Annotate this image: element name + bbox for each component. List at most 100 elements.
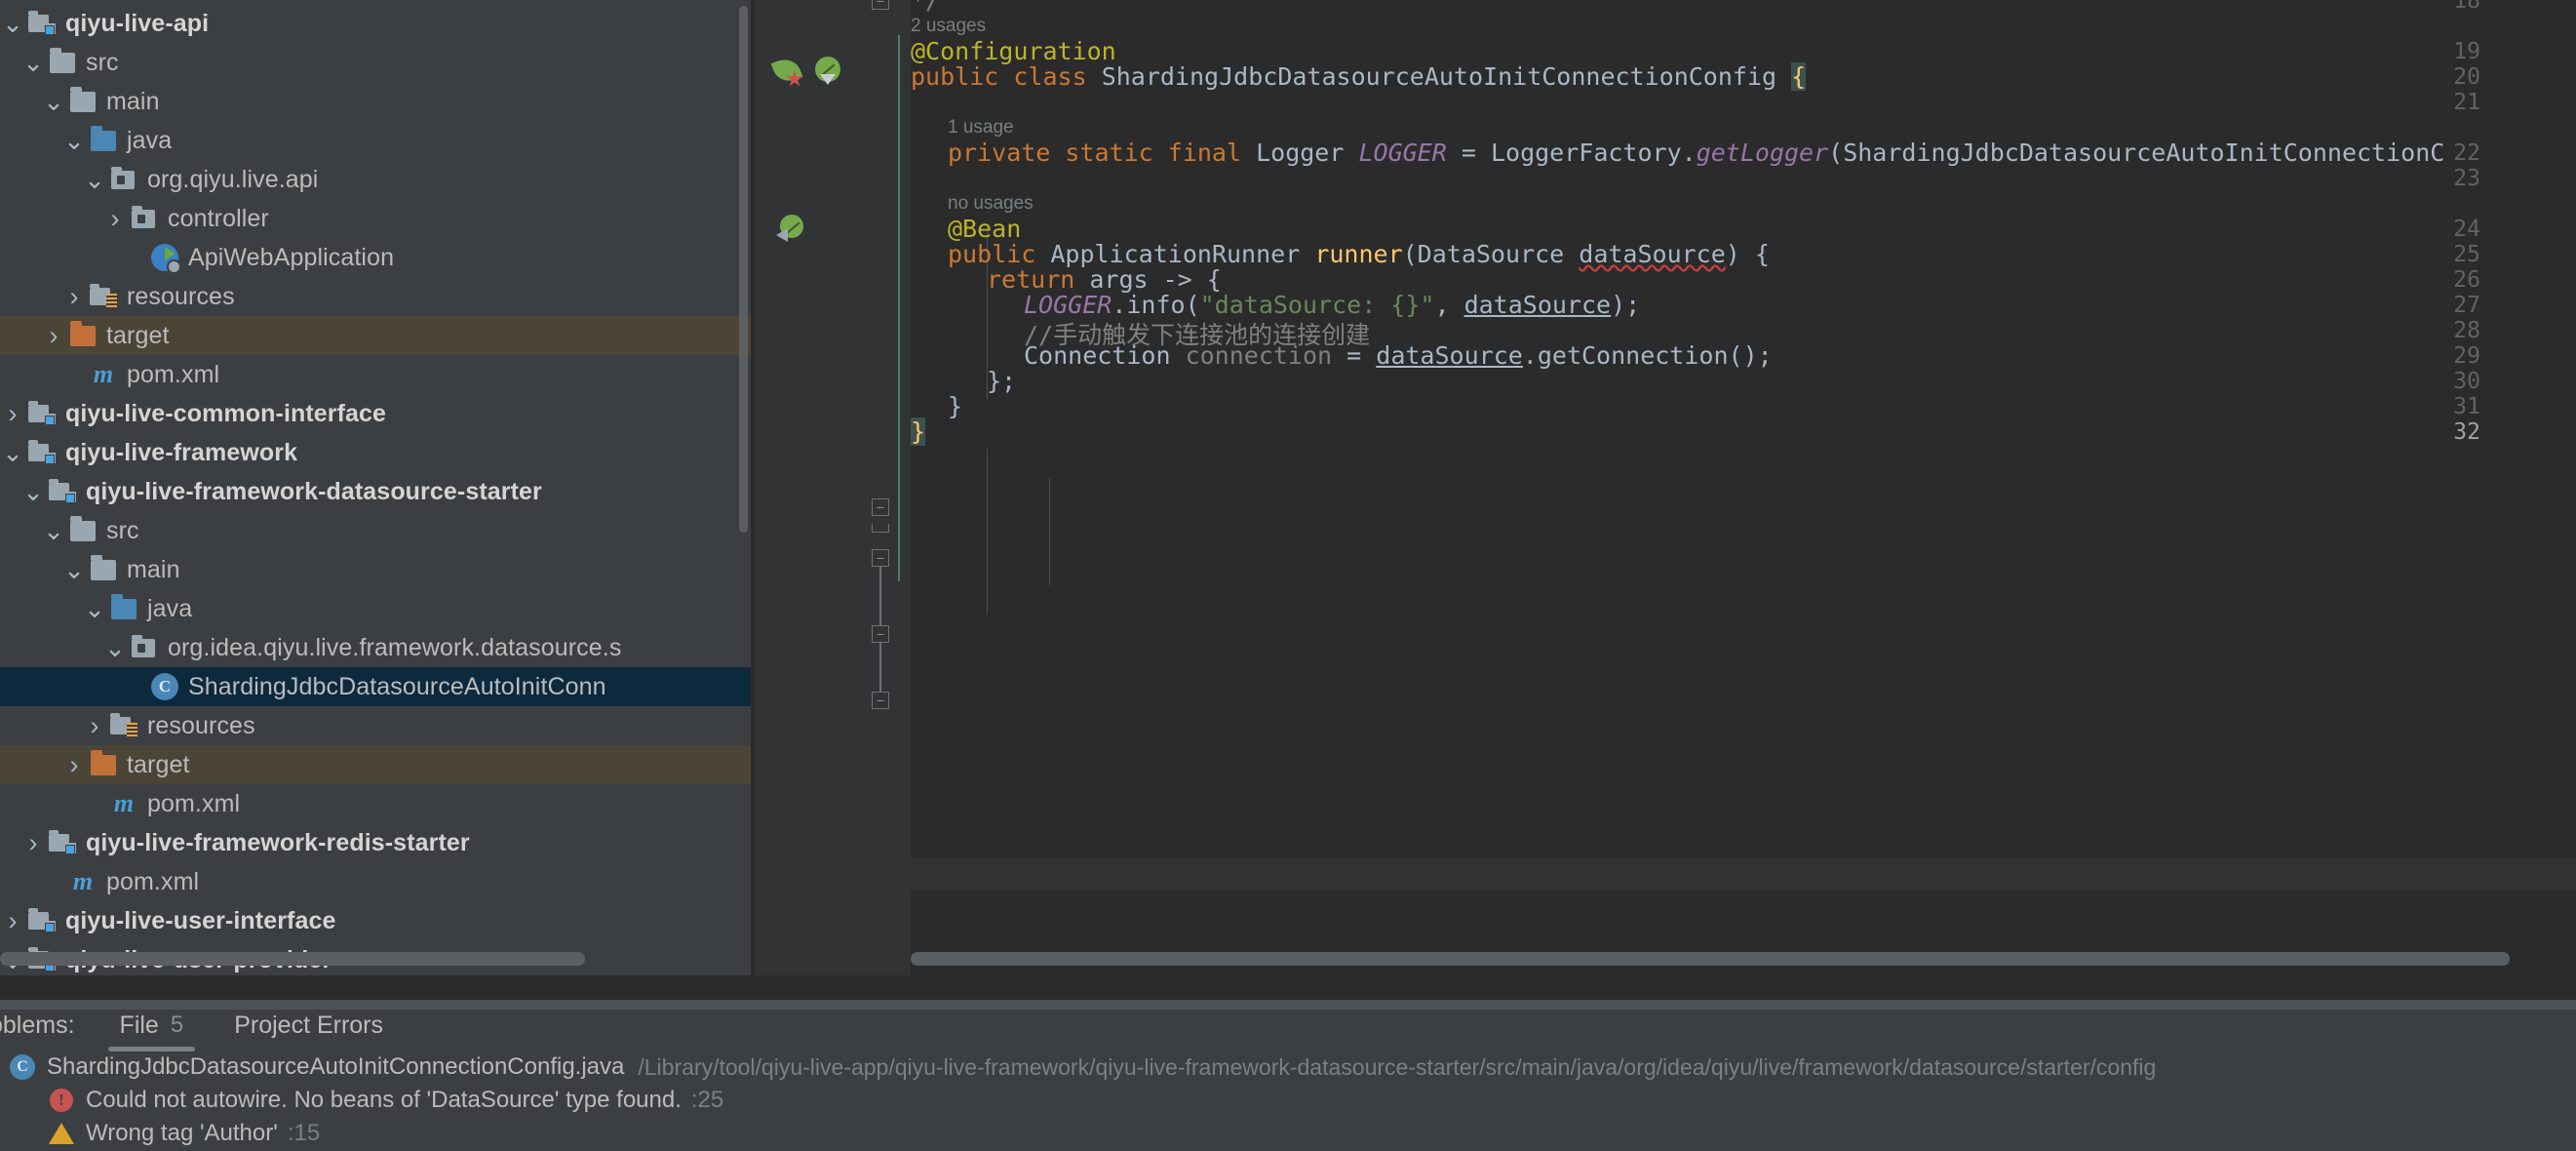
module-icon — [25, 397, 59, 430]
tree-row[interactable]: ⌄ qiyu-live-api — [0, 4, 751, 43]
tree-row[interactable]: m pom.xml — [0, 355, 751, 394]
problem-row[interactable]: Wrong tag 'Author':15 — [0, 1117, 2576, 1150]
tree-row[interactable]: ⌄ org.qiyu.live.api — [0, 160, 751, 199]
source-folder-icon — [87, 124, 120, 157]
chevron-down-icon[interactable]: ⌄ — [20, 479, 46, 504]
tree-row[interactable]: › resources — [0, 277, 751, 316]
code-text-area[interactable]: */ 2 usages @Configuration public class … — [911, 0, 2576, 975]
tree-row[interactable]: ⌄ src — [0, 511, 751, 550]
tree-row[interactable]: › qiyu-live-framework-redis-starter — [0, 823, 751, 862]
problems-top-divider[interactable] — [0, 1000, 2576, 1010]
fold-column[interactable]: − − − − − — [872, 0, 911, 975]
chevron-down-icon[interactable]: ⌄ — [61, 557, 87, 582]
tree-row[interactable]: ApiWebApplication — [0, 238, 751, 277]
tab-project-errors[interactable]: Project Errors — [228, 1012, 389, 1040]
tree-row-label: pom.xml — [127, 360, 220, 388]
fold-bar-icon — [872, 524, 889, 533]
fold-minus-icon[interactable]: − — [872, 549, 889, 567]
tree-row[interactable]: m pom.xml — [0, 862, 751, 901]
chevron-right-icon[interactable]: › — [0, 907, 25, 934]
tree-row[interactable]: ⌄ java — [0, 121, 751, 160]
tree-row[interactable]: › target — [0, 316, 751, 355]
fold-minus-icon[interactable]: − — [872, 498, 889, 516]
tree-row[interactable]: ⌄ qiyu-live-framework-datasource-starter — [0, 472, 751, 511]
tree-row[interactable]: ⌄ src — [0, 43, 751, 82]
problems-list[interactable]: C ShardingJdbcDatasourceAutoInitConnectio… — [0, 1051, 2576, 1150]
fold-minus-icon[interactable]: − — [872, 692, 889, 709]
chevron-right-icon[interactable]: › — [61, 751, 87, 778]
tree-row[interactable]: m pom.xml — [0, 784, 751, 823]
tree-row-label: main — [106, 87, 160, 115]
getconnection-call: .getConnection(); — [1522, 341, 1773, 370]
tree-row-label: qiyu-live-framework — [65, 438, 298, 466]
problems-tool-window[interactable]: Problems: File 5 Project Errors C Shardin… — [0, 999, 2576, 1151]
usages-hint-class[interactable]: 2 usages — [911, 16, 986, 37]
tree-row-label: pom.xml — [106, 867, 200, 895]
tree-row[interactable]: ⌄ main — [0, 550, 751, 589]
tree-row[interactable]: › resources — [0, 706, 751, 745]
project-tree[interactable]: ⌄ qiyu-live-api ⌄ src ⌄ main ⌄ java ⌄ org.qiyu.li… — [0, 0, 751, 975]
code-line-18: */ — [911, 0, 940, 15]
problem-line-number: :25 — [690, 1087, 724, 1113]
tree-row[interactable]: C ShardingJdbcDatasourceAutoInitConn — [0, 667, 751, 706]
editor-horizontal-scrollbar[interactable] — [911, 952, 2529, 966]
package-icon — [128, 202, 161, 235]
code-line-31: } — [948, 392, 962, 420]
chevron-right-icon[interactable]: › — [41, 322, 66, 349]
type-connection: Connection — [1024, 341, 1171, 370]
chevron-down-icon[interactable]: ⌄ — [41, 518, 66, 543]
tab-file[interactable]: File 5 — [107, 1012, 195, 1052]
project-tree-vertical-scrollbar[interactable] — [739, 6, 748, 533]
problem-label: Could not autowire. No beans of 'DataSou… — [86, 1087, 682, 1113]
chevron-right-icon[interactable]: › — [20, 829, 46, 856]
tree-row[interactable]: › qiyu-live-user-interface — [0, 901, 751, 940]
chevron-right-icon[interactable]: › — [61, 283, 87, 310]
usages-hint-logger[interactable]: 1 usage — [948, 117, 1014, 139]
chevron-down-icon[interactable]: ⌄ — [61, 128, 87, 153]
problem-row[interactable]: ! Could not autowire. No beans of 'DataSo… — [0, 1084, 2576, 1117]
spring-boot-class-icon — [148, 241, 181, 274]
chevron-down-icon[interactable]: ⌄ — [82, 596, 107, 621]
chevron-down-icon[interactable]: ⌄ — [82, 167, 107, 192]
fold-minus-icon[interactable]: − — [872, 625, 889, 643]
chevron-down-icon[interactable]: ⌄ — [102, 635, 128, 660]
tree-row[interactable]: › controller — [0, 199, 751, 238]
block-comment-end: */ — [911, 0, 941, 15]
chevron-down-icon[interactable]: ⌄ — [0, 440, 25, 465]
code-line-29: Connection connection = dataSource.getCo… — [1024, 341, 1773, 370]
tree-row[interactable]: ⌄ main — [0, 82, 751, 121]
chevron-right-icon[interactable]: › — [102, 205, 128, 232]
tree-row-label: src — [86, 48, 119, 76]
usages-hint-bean[interactable]: no usages — [948, 193, 1034, 215]
tree-row[interactable]: ⌄ qiyu-live-framework — [0, 433, 751, 472]
chevron-down-icon[interactable]: ⌄ — [0, 11, 25, 36]
keyword-class: class — [1013, 62, 1087, 91]
class-icon: C — [148, 670, 181, 703]
package-icon — [107, 163, 140, 196]
tree-row[interactable]: ⌄ java — [0, 589, 751, 628]
bean-navigate-gutter-icon[interactable] — [776, 215, 803, 242]
code-editor[interactable]: 18 19 20 21 22 23 24 25 26 27 28 29 30 31 32 − − − − − — [755, 0, 2576, 975]
chevron-right-icon[interactable]: › — [0, 400, 25, 427]
problems-title: Problems: — [0, 1011, 75, 1039]
tree-row[interactable]: › target — [0, 745, 751, 784]
scrollbar-thumb[interactable] — [0, 952, 585, 966]
problem-row[interactable]: C ShardingJdbcDatasourceAutoInitConnectio… — [0, 1051, 2576, 1084]
chevron-right-icon[interactable]: › — [82, 712, 107, 739]
field-logger: LOGGER — [1358, 139, 1447, 167]
tree-row[interactable]: › qiyu-live-common-interface — [0, 394, 751, 433]
chevron-down-icon[interactable]: ⌄ — [20, 50, 46, 75]
code-line-25: public ApplicationRunner runner(DataSour… — [948, 240, 1770, 268]
keyword-return: return — [987, 265, 1075, 294]
datasource-ref: dataSource — [1376, 341, 1523, 370]
tree-row[interactable]: ⌄ org.idea.qiyu.live.framework.datasource… — [0, 628, 751, 667]
spring-config-gutter-icon[interactable] — [815, 57, 840, 85]
project-tree-horizontal-scrollbar[interactable] — [0, 952, 729, 966]
line25-tail: ) { — [1725, 240, 1770, 268]
fold-minus-icon[interactable]: − — [872, 0, 889, 10]
project-tool-window[interactable]: ⌄ qiyu-live-api ⌄ src ⌄ main ⌄ java ⌄ org.qiyu.li… — [0, 0, 751, 975]
spring-bean-gutter-icon[interactable] — [770, 55, 803, 87]
scrollbar-thumb[interactable] — [911, 952, 2510, 966]
equals: = — [1461, 139, 1476, 167]
chevron-down-icon[interactable]: ⌄ — [41, 89, 66, 114]
